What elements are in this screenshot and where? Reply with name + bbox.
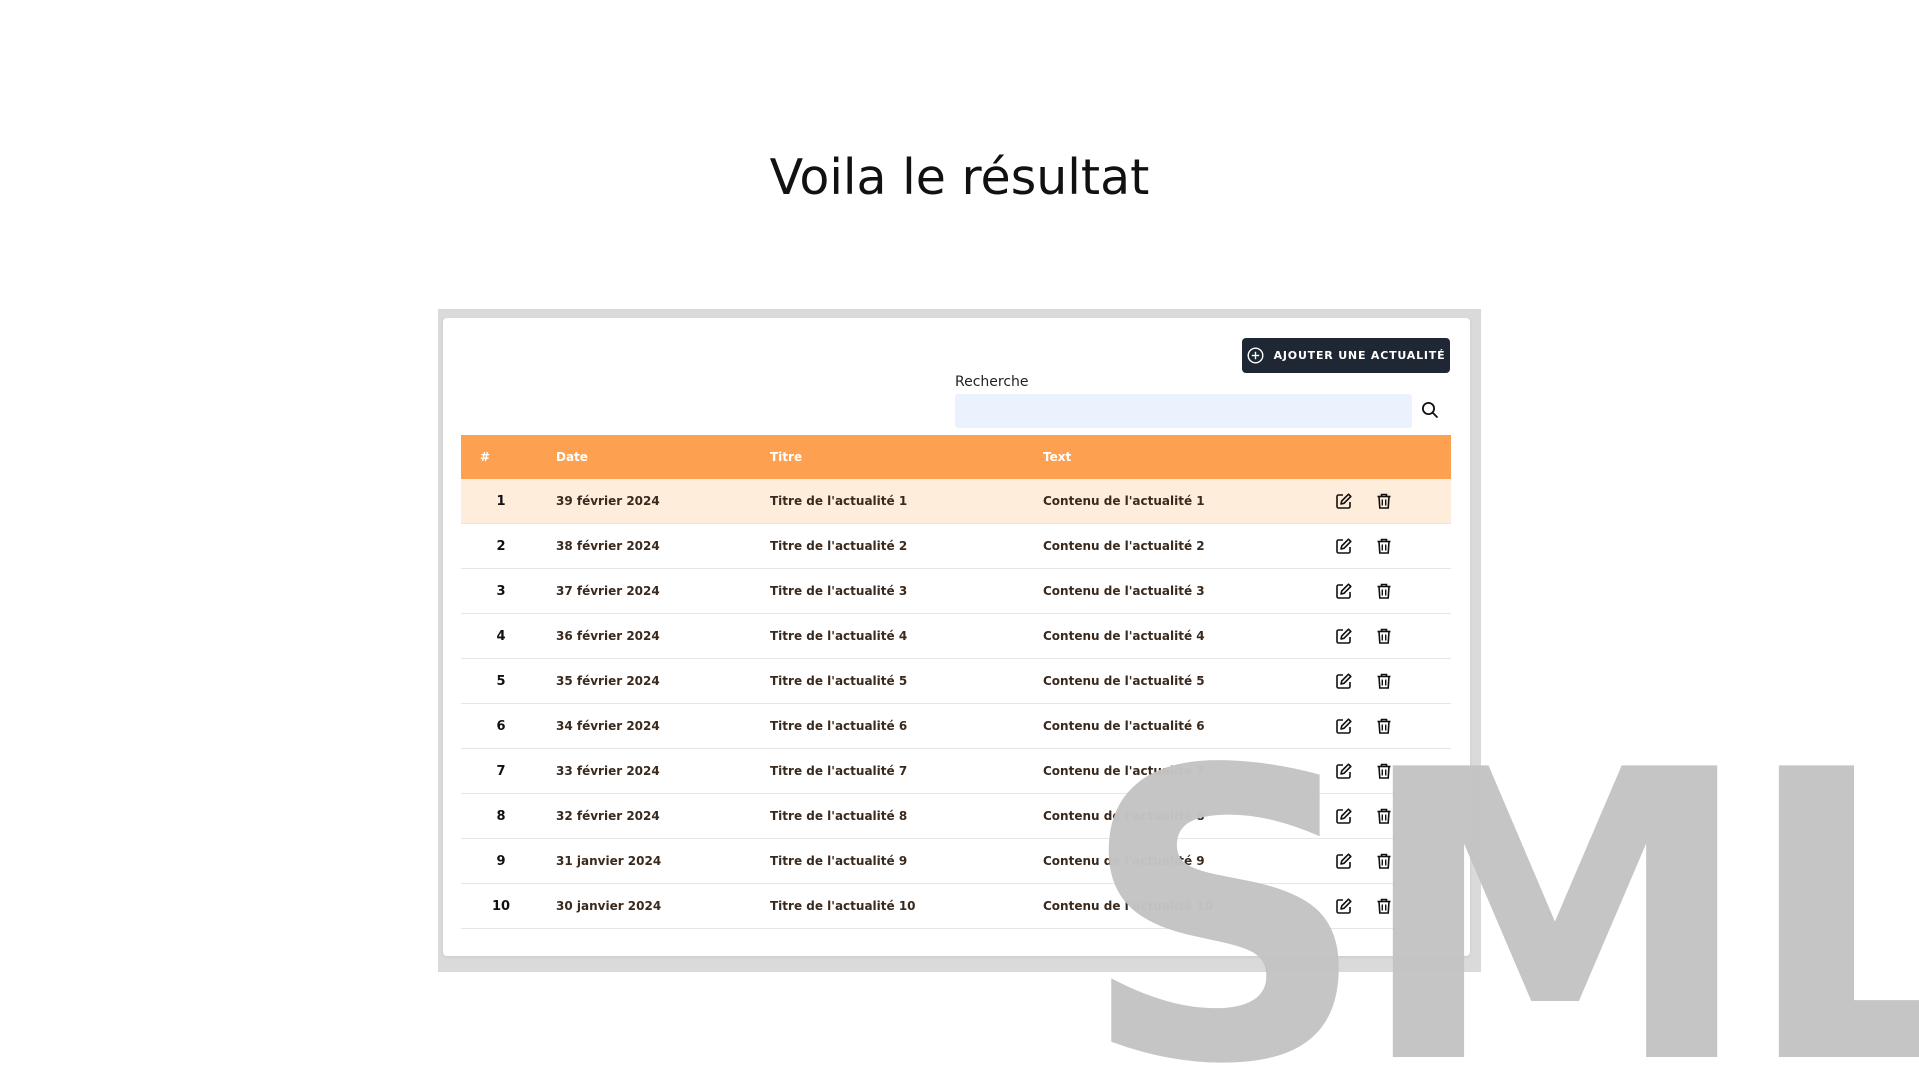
row-actions <box>1333 805 1451 827</box>
search-icon <box>1422 402 1438 418</box>
row-num: 5 <box>496 673 506 689</box>
edit-icon[interactable] <box>1333 580 1355 602</box>
edit-icon[interactable] <box>1333 805 1355 827</box>
row-actions <box>1333 580 1451 602</box>
search-button[interactable] <box>1418 398 1442 422</box>
row-text: Contenu de l'actualité 2 <box>1043 539 1205 553</box>
trash-icon[interactable] <box>1373 805 1395 827</box>
table-row[interactable]: 5 35 février 2024 Titre de l'actualité 5… <box>461 659 1451 704</box>
add-news-label: AJOUTER UNE ACTUALITÉ <box>1273 349 1446 362</box>
row-title: Titre de l'actualité 7 <box>770 764 908 778</box>
table-header: # Date Titre Text <box>461 435 1451 479</box>
row-num: 10 <box>491 898 511 914</box>
row-date: 37 février 2024 <box>556 584 660 598</box>
row-title: Titre de l'actualité 10 <box>770 899 916 913</box>
header-date: Date <box>556 450 588 464</box>
row-num: 6 <box>496 718 506 734</box>
slide-title: Voila le résultat <box>769 149 1150 206</box>
table-row[interactable]: 7 33 février 2024 Titre de l'actualité 7… <box>461 749 1451 794</box>
row-text: Contenu de l'actualité 1 <box>1043 494 1205 508</box>
row-date: 33 février 2024 <box>556 764 660 778</box>
table-row[interactable]: 6 34 février 2024 Titre de l'actualité 6… <box>461 704 1451 749</box>
trash-icon[interactable] <box>1373 850 1395 872</box>
edit-icon[interactable] <box>1333 670 1355 692</box>
edit-icon[interactable] <box>1333 760 1355 782</box>
trash-icon[interactable] <box>1373 715 1395 737</box>
edit-icon[interactable] <box>1333 535 1355 557</box>
row-date: 39 février 2024 <box>556 494 660 508</box>
header-title: Titre <box>770 450 803 464</box>
slide: Voila le résultat AJOUTER UNE ACTUALITÉ … <box>0 0 1919 1079</box>
trash-icon[interactable] <box>1373 760 1395 782</box>
row-text: Contenu de l'actualité 4 <box>1043 629 1205 643</box>
row-actions <box>1333 490 1451 512</box>
table-row[interactable]: 4 36 février 2024 Titre de l'actualité 4… <box>461 614 1451 659</box>
trash-icon[interactable] <box>1373 580 1395 602</box>
row-num: 1 <box>496 493 506 509</box>
row-date: 34 février 2024 <box>556 719 660 733</box>
table-row[interactable]: 2 38 février 2024 Titre de l'actualité 2… <box>461 524 1451 569</box>
row-text: Contenu de l'actualité 8 <box>1043 809 1205 823</box>
row-date: 38 février 2024 <box>556 539 660 553</box>
row-actions <box>1333 625 1451 647</box>
table-row[interactable]: 1 39 février 2024 Titre de l'actualité 1… <box>461 479 1451 524</box>
row-text: Contenu de l'actualité 9 <box>1043 854 1205 868</box>
trash-icon[interactable] <box>1373 490 1395 512</box>
search-input[interactable] <box>955 394 1412 428</box>
table-row[interactable]: 9 31 janvier 2024 Titre de l'actualité 9… <box>461 839 1451 884</box>
row-num: 8 <box>496 808 506 824</box>
header-num: # <box>480 450 491 464</box>
news-table: # Date Titre Text 1 39 février 2024 Titr… <box>461 435 1451 929</box>
edit-icon[interactable] <box>1333 625 1355 647</box>
row-date: 31 janvier 2024 <box>556 854 662 868</box>
row-actions <box>1333 535 1451 557</box>
table-row[interactable]: 8 32 février 2024 Titre de l'actualité 8… <box>461 794 1451 839</box>
row-actions <box>1333 760 1451 782</box>
edit-icon[interactable] <box>1333 490 1355 512</box>
row-num: 2 <box>496 538 506 554</box>
row-num: 9 <box>496 853 506 869</box>
search-label: Recherche <box>955 374 1029 390</box>
table-row[interactable]: 10 30 janvier 2024 Titre de l'actualité … <box>461 884 1451 929</box>
row-text: Contenu de l'actualité 5 <box>1043 674 1205 688</box>
row-num: 7 <box>496 763 506 779</box>
row-title: Titre de l'actualité 1 <box>770 494 908 508</box>
row-actions <box>1333 670 1451 692</box>
row-title: Titre de l'actualité 4 <box>770 629 908 643</box>
row-title: Titre de l'actualité 9 <box>770 854 908 868</box>
table-row[interactable]: 3 37 février 2024 Titre de l'actualité 3… <box>461 569 1451 614</box>
row-actions <box>1333 895 1451 917</box>
trash-icon[interactable] <box>1373 625 1395 647</box>
row-num: 4 <box>496 628 506 644</box>
edit-icon[interactable] <box>1333 715 1355 737</box>
edit-icon[interactable] <box>1333 895 1355 917</box>
row-title: Titre de l'actualité 5 <box>770 674 908 688</box>
header-text: Text <box>1043 450 1072 464</box>
row-date: 35 février 2024 <box>556 674 660 688</box>
row-text: Contenu de l'actualité 10 <box>1043 899 1213 913</box>
row-title: Titre de l'actualité 8 <box>770 809 908 823</box>
trash-icon[interactable] <box>1373 535 1395 557</box>
row-actions <box>1333 715 1451 737</box>
row-title: Titre de l'actualité 3 <box>770 584 908 598</box>
row-title: Titre de l'actualité 6 <box>770 719 908 733</box>
row-num: 3 <box>496 583 506 599</box>
trash-icon[interactable] <box>1373 670 1395 692</box>
edit-icon[interactable] <box>1333 850 1355 872</box>
row-date: 30 janvier 2024 <box>556 899 662 913</box>
plus-circle-icon <box>1247 347 1264 364</box>
trash-icon[interactable] <box>1373 895 1395 917</box>
add-news-button[interactable]: AJOUTER UNE ACTUALITÉ <box>1242 338 1450 373</box>
row-date: 36 février 2024 <box>556 629 660 643</box>
row-text: Contenu de l'actualité 3 <box>1043 584 1205 598</box>
row-title: Titre de l'actualité 2 <box>770 539 908 553</box>
row-text: Contenu de l'actualité 6 <box>1043 719 1205 733</box>
row-actions <box>1333 850 1451 872</box>
row-text: Contenu de l'actualité 7 <box>1043 764 1205 778</box>
row-date: 32 février 2024 <box>556 809 660 823</box>
